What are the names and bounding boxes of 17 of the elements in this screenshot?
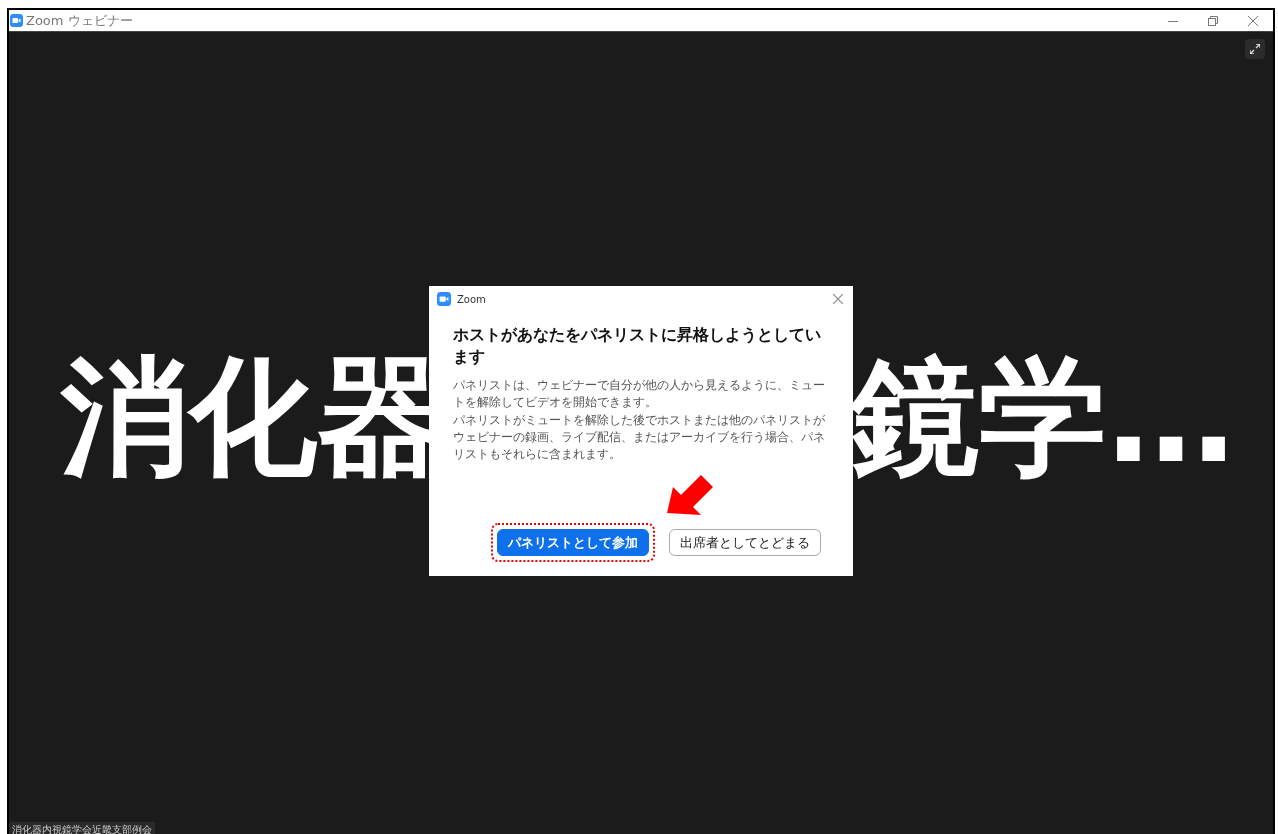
expand-icon: [1250, 44, 1260, 54]
participant-name: 消化器内視鏡学会近畿支部例会: [9, 822, 155, 834]
dialog-title: Zoom: [457, 293, 487, 305]
close-icon: [833, 294, 843, 304]
close-icon: [1248, 15, 1258, 26]
shared-screen-text: 鏡学…: [851, 347, 1235, 488]
restore-icon: [1208, 15, 1218, 26]
video-camera-icon: [437, 292, 451, 306]
dialog-heading: ホストがあなたをパネリストに昇格しようとしています: [453, 324, 822, 369]
join-button[interactable]: パネリストとして参加: [497, 529, 649, 556]
dialog-message: パネリストがミュートを解除した後でホストまたは他のパネリストがウェビナーの録画、ライブ配信、またはアーカイブを行う場合、パネリストもそれらに含まれます。: [453, 411, 826, 464]
fullscreen-button[interactable]: [1245, 39, 1265, 59]
dialog-message: パネリストは、ウェビナーで自分が他の人から見えるように、ミュートを解除してビデオを開始できます。: [453, 376, 826, 412]
stay-button[interactable]: 出席者としてとどまる: [669, 529, 821, 556]
close-button[interactable]: [831, 292, 845, 306]
shared-screen-text: 消化器: [61, 347, 445, 488]
window-title: Zoom ウェビナー: [26, 11, 133, 30]
